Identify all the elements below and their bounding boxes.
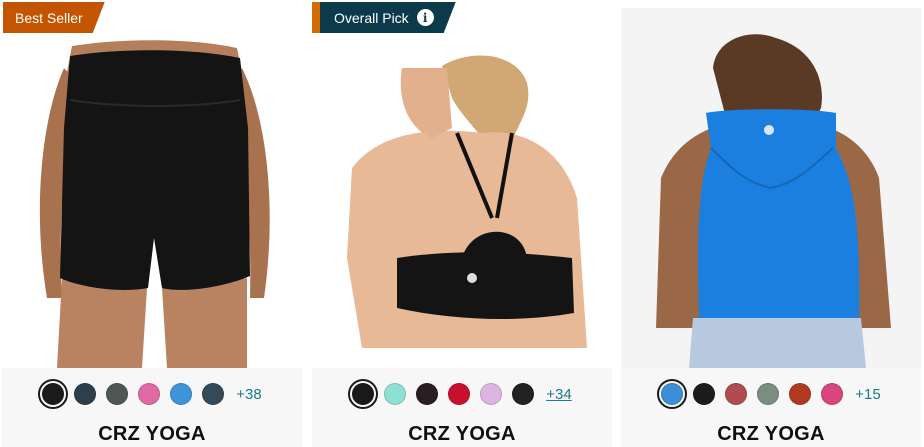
product-card[interactable]: +34 CRZ YOGA	[312, 8, 612, 447]
color-swatch[interactable]	[106, 383, 129, 405]
product-image[interactable]	[621, 8, 921, 368]
info-icon[interactable]: i	[417, 9, 434, 26]
more-colors-link[interactable]: +38	[236, 386, 261, 403]
product-image[interactable]	[2, 8, 302, 368]
badge-label: Overall Pick	[334, 9, 409, 26]
brand-name[interactable]: CRZ YOGA	[621, 423, 921, 446]
color-swatch[interactable]	[821, 383, 844, 405]
color-swatch[interactable]	[38, 379, 69, 409]
badge-label: Best Seller	[15, 9, 83, 26]
color-swatch[interactable]	[512, 383, 535, 405]
color-swatch[interactable]	[348, 379, 379, 409]
sports-bra-image	[312, 8, 612, 368]
product-image[interactable]	[312, 8, 612, 368]
color-swatch[interactable]	[480, 383, 503, 405]
blue-tank-top-image	[621, 8, 921, 368]
color-swatch[interactable]	[657, 379, 688, 409]
best-seller-badge: Best Seller	[3, 2, 105, 33]
color-swatch[interactable]	[74, 383, 97, 405]
brand-name[interactable]: CRZ YOGA	[312, 423, 612, 446]
brand-name[interactable]: CRZ YOGA	[2, 423, 302, 446]
color-swatch[interactable]	[416, 383, 439, 405]
color-swatch[interactable]	[384, 383, 407, 405]
product-card[interactable]: +15 CRZ YOGA	[621, 8, 921, 447]
more-colors-link[interactable]: +34	[546, 386, 571, 403]
color-swatches: +38	[2, 379, 302, 409]
overall-pick-badge: Overall Pick i	[312, 2, 456, 33]
color-swatches: +34	[312, 379, 612, 409]
color-swatch[interactable]	[138, 383, 161, 405]
product-card[interactable]: +38 CRZ YOGA	[2, 8, 302, 447]
color-swatch[interactable]	[202, 383, 225, 405]
color-swatch[interactable]	[693, 383, 716, 405]
color-swatch[interactable]	[789, 383, 812, 405]
more-colors-link[interactable]: +15	[855, 386, 880, 403]
color-swatch[interactable]	[448, 383, 471, 405]
color-swatch[interactable]	[170, 383, 193, 405]
product-grid: +38 CRZ YOGA +34 CRZ YOGA +15 CRZ YOGA B…	[0, 0, 924, 447]
black-shorts-image	[2, 8, 302, 368]
color-swatch[interactable]	[757, 383, 780, 405]
color-swatches: +15	[621, 379, 921, 409]
color-swatch[interactable]	[725, 383, 748, 405]
